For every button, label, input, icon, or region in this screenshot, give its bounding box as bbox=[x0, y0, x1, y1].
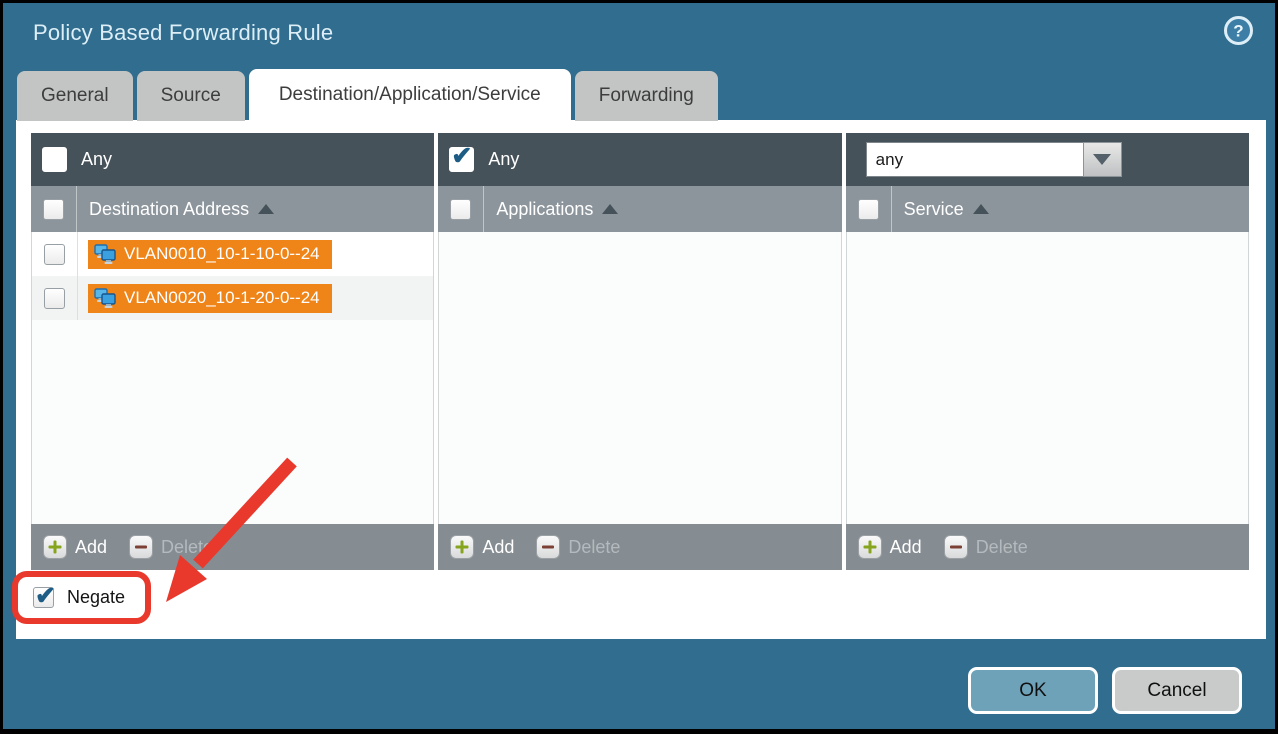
tab-bar: General Source Destination/Application/S… bbox=[17, 69, 718, 121]
applications-column-header: Applications bbox=[438, 186, 841, 232]
applications-column-title[interactable]: Applications bbox=[496, 199, 618, 220]
applications-any-checkbox[interactable] bbox=[449, 147, 474, 172]
address-object-chip[interactable]: VLAN0010_10-1-10-0--24 bbox=[88, 240, 332, 269]
tab-content: Any Destination Address bbox=[16, 120, 1266, 639]
add-label: Add bbox=[75, 537, 107, 558]
applications-list bbox=[438, 232, 841, 524]
add-button[interactable]: Add bbox=[43, 535, 107, 559]
sort-ascending-icon bbox=[602, 204, 618, 214]
destination-any-label: Any bbox=[81, 149, 112, 170]
tab-source[interactable]: Source bbox=[137, 71, 245, 121]
applications-any-bar: Any bbox=[438, 133, 841, 186]
service-dropdown-value: any bbox=[866, 142, 1083, 177]
delete-button[interactable]: Delete bbox=[944, 535, 1028, 559]
service-dropdown[interactable]: any bbox=[866, 142, 1122, 177]
applications-any-label: Any bbox=[488, 149, 519, 170]
applications-select-all-cell bbox=[438, 186, 484, 232]
applications-select-all-checkbox[interactable] bbox=[450, 199, 471, 220]
delete-button[interactable]: Delete bbox=[536, 535, 620, 559]
service-select-all-cell bbox=[846, 186, 892, 232]
destination-column-label: Destination Address bbox=[89, 199, 249, 220]
row-checkbox[interactable] bbox=[44, 288, 65, 309]
add-label: Add bbox=[890, 537, 922, 558]
applications-panel: Any Applications bbox=[438, 133, 841, 570]
destination-address-panel: Any Destination Address bbox=[31, 133, 434, 570]
panels-row: Any Destination Address bbox=[31, 133, 1249, 570]
sort-ascending-icon bbox=[258, 204, 274, 214]
address-object-chip[interactable]: VLAN0020_10-1-20-0--24 bbox=[88, 284, 332, 313]
address-object-icon bbox=[93, 286, 117, 310]
sort-ascending-icon bbox=[973, 204, 989, 214]
dialog-title: Policy Based Forwarding Rule bbox=[33, 20, 333, 46]
service-column-header: Service bbox=[846, 186, 1249, 232]
service-list bbox=[846, 232, 1249, 524]
tab-destination-application-service[interactable]: Destination/Application/Service bbox=[249, 69, 571, 121]
service-dropdown-bar: any bbox=[846, 133, 1249, 186]
delete-label: Delete bbox=[568, 537, 620, 558]
service-column-title[interactable]: Service bbox=[904, 199, 989, 220]
add-icon bbox=[858, 535, 882, 559]
destination-select-all-cell bbox=[31, 186, 77, 232]
svg-text:?: ? bbox=[1233, 22, 1243, 41]
address-object-icon bbox=[93, 242, 117, 266]
table-row[interactable]: VLAN0020_10-1-20-0--24 bbox=[32, 276, 433, 320]
cancel-button[interactable]: Cancel bbox=[1112, 667, 1242, 714]
ok-button[interactable]: OK bbox=[968, 667, 1098, 714]
destination-any-bar: Any bbox=[31, 133, 434, 186]
tab-forwarding[interactable]: Forwarding bbox=[575, 71, 718, 121]
address-object-label: VLAN0020_10-1-20-0--24 bbox=[124, 288, 320, 308]
applications-footer: Add Delete bbox=[438, 524, 841, 570]
delete-label: Delete bbox=[976, 537, 1028, 558]
delete-label: Delete bbox=[161, 537, 213, 558]
destination-column-title[interactable]: Destination Address bbox=[89, 199, 274, 220]
destination-address-list: VLAN0010_10-1-10-0--24 bbox=[31, 232, 434, 524]
service-column-label: Service bbox=[904, 199, 964, 220]
row-checkbox-cell bbox=[32, 276, 78, 320]
address-object-label: VLAN0010_10-1-10-0--24 bbox=[124, 244, 320, 264]
destination-any-checkbox[interactable] bbox=[42, 147, 67, 172]
add-button[interactable]: Add bbox=[858, 535, 922, 559]
dialog-titlebar: Policy Based Forwarding Rule ? bbox=[3, 3, 1275, 69]
row-checkbox-cell bbox=[32, 232, 78, 276]
applications-column-label: Applications bbox=[496, 199, 593, 220]
service-select-all-checkbox[interactable] bbox=[858, 199, 879, 220]
tab-general[interactable]: General bbox=[17, 71, 133, 121]
destination-column-header: Destination Address bbox=[31, 186, 434, 232]
policy-based-forwarding-dialog: Policy Based Forwarding Rule ? General S… bbox=[0, 0, 1278, 734]
chevron-down-icon bbox=[1093, 154, 1111, 165]
add-icon bbox=[43, 535, 67, 559]
negate-label: Negate bbox=[67, 587, 125, 608]
table-row[interactable]: VLAN0010_10-1-10-0--24 bbox=[32, 232, 433, 276]
service-footer: Add Delete bbox=[846, 524, 1249, 570]
service-panel: any Service bbox=[846, 133, 1249, 570]
delete-icon bbox=[536, 535, 560, 559]
add-button[interactable]: Add bbox=[450, 535, 514, 559]
dropdown-button[interactable] bbox=[1083, 142, 1122, 177]
negate-highlight-box: Negate bbox=[12, 571, 151, 624]
help-icon[interactable]: ? bbox=[1224, 16, 1253, 45]
destination-select-all-checkbox[interactable] bbox=[43, 199, 64, 220]
delete-icon bbox=[944, 535, 968, 559]
delete-button[interactable]: Delete bbox=[129, 535, 213, 559]
destination-footer: Add Delete bbox=[31, 524, 434, 570]
row-checkbox[interactable] bbox=[44, 244, 65, 265]
negate-checkbox[interactable] bbox=[33, 587, 54, 608]
delete-icon bbox=[129, 535, 153, 559]
add-label: Add bbox=[482, 537, 514, 558]
add-icon bbox=[450, 535, 474, 559]
